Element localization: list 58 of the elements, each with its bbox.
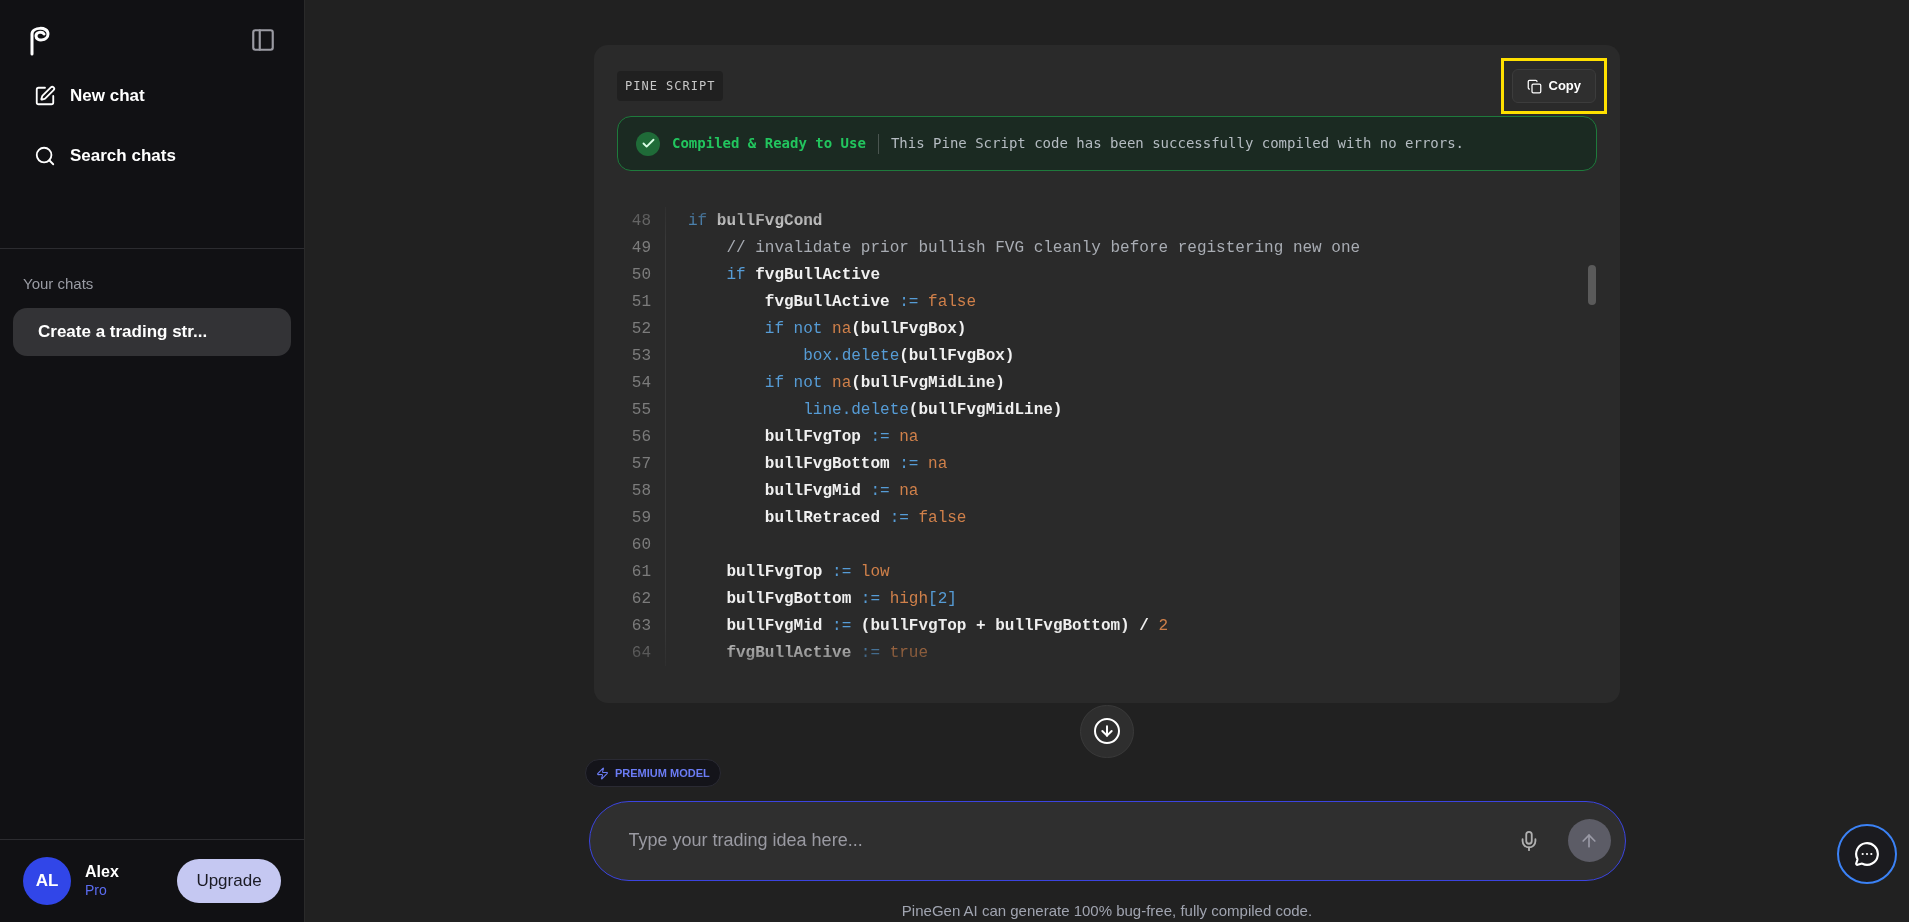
line-number: 51 [594,288,666,315]
message-input[interactable]: Type your trading idea here... [628,827,1518,855]
code-line: if not na(bullFvgBox) [763,318,967,340]
nav-item[interactable]: New chat [22,72,282,120]
chat-widget-button[interactable] [1837,824,1897,884]
line-number: 60 [594,531,666,558]
edit-icon [34,85,56,107]
upgrade-button[interactable]: Upgrade [177,859,281,903]
code-line: line.delete(bullFvgMidLine) [802,399,1063,421]
code-line: if not na(bullFvgMidLine) [763,372,1005,394]
code-line: fvgBullActive := false [763,291,977,313]
code-line: bullFvgTop := na [763,426,919,448]
code-line: if bullFvgCond [687,210,823,232]
copy-button[interactable]: Copy [1511,69,1596,103]
line-number: 56 [594,423,666,450]
code-line: bullRetraced := false [763,507,967,529]
search-icon [34,145,56,167]
line-number: 61 [594,558,666,585]
code-line: box.delete(bullFvgBox) [802,345,1015,367]
code-line: // invalidate prior bullish FVG cleanly before registering new one [725,237,1361,259]
line-number: 49 [594,234,666,261]
avatar: AL [23,857,71,905]
footer-note: PineGen AI can generate 100% bug-free, fully compiled code. [901,900,1313,921]
scrollbar-thumb[interactable] [1588,265,1596,305]
line-number: 57 [594,450,666,477]
line-number: 62 [594,585,666,612]
code-line: bullFvgMid := (bullFvgTop + bullFvgBottom) / 2 [725,615,1169,637]
line-number: 52 [594,315,666,342]
logo-icon [28,24,52,56]
code-line: bullFvgBottom := high[2] [725,588,957,610]
line-number: 59 [594,504,666,531]
user-name: Alex [85,862,119,883]
code-line: if fvgBullActive [725,264,881,286]
code-line: bullFvgTop := low [725,561,890,583]
nav-item[interactable]: Search chats [22,132,282,180]
status-message: This Pine Script code has been successfully compiled with no errors. [890,134,1465,153]
check-icon [636,131,660,156]
line-number: 63 [594,612,666,639]
section-title: Your chats [22,274,95,294]
line-number: 53 [594,342,666,369]
status-title: Compiled & Ready to Use [672,134,866,153]
chat-item[interactable]: Create a trading str... [13,307,291,356]
language-label: PINE SCRIPT [617,71,724,101]
line-number: 50 [594,261,666,288]
lightning-icon [596,766,609,780]
code-line: fvgBullActive := true [725,642,929,664]
sidebar-toggle-icon[interactable] [250,27,276,53]
code-line: bullFvgMid := na [763,480,919,502]
code-line: bullFvgBottom := na [763,453,948,475]
line-number: 48 [594,207,666,234]
line-number: 54 [594,369,666,396]
chat-bubble-icon [1854,841,1880,867]
plan-label: Pro [85,882,108,900]
line-number: 55 [594,396,666,423]
copy-icon [1526,78,1542,94]
line-number: 58 [594,477,666,504]
message-field[interactable]: Type your trading idea here... [588,801,1626,881]
model-badge: PREMIUM MODEL [585,759,721,788]
